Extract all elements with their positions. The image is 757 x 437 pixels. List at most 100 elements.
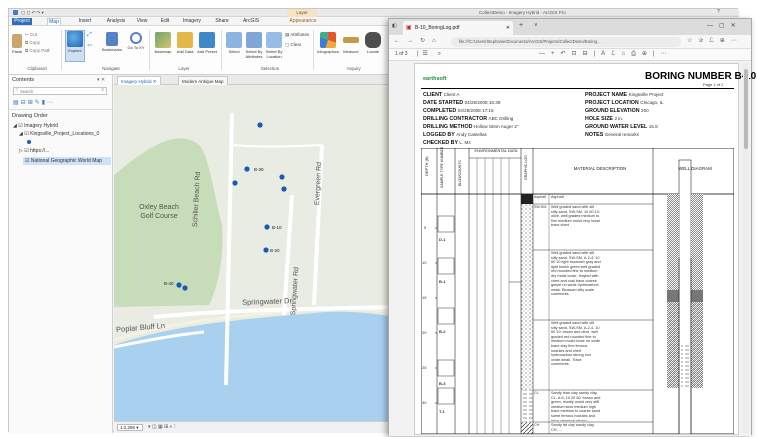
golf-course-label: Oxley Beach Golf Course — [139, 204, 179, 220]
zoom-tools[interactable]: —+↶⊡⊟|Aℒ⌂⎙⊕|⋯ — [539, 50, 672, 58]
ribbon-separator — [149, 30, 150, 70]
cut-button[interactable]: ✂ Cut — [25, 32, 37, 38]
zoom-full-icon[interactable]: ⤢ — [87, 32, 97, 40]
tab-appearance[interactable]: Appearance — [289, 18, 317, 25]
field-drilling-method: DRILLING METHOD Hollow Stem Auger 2" — [423, 124, 519, 130]
nav-buttons[interactable]: ←→↻⌂ — [394, 37, 443, 44]
layer-item-service[interactable]: ▷ ☑ https://... — [19, 148, 49, 154]
material-desc: Sandy lean clay sandy clay, CL, A-6, 10 … — [551, 391, 601, 421]
search-input[interactable] — [20, 88, 98, 94]
layer-item-kingsville[interactable]: ◢ ☑ Kingsville_Project_Locations_0 — [19, 131, 99, 137]
road-label-springwater-dr: Springwater Dr — [241, 296, 293, 307]
tab-map[interactable]: Map — [47, 18, 61, 25]
map-view-tabs: Imagery Hybrid ✕ Modern Antique Map — [114, 75, 394, 85]
add-preset-button[interactable]: Add Preset — [197, 32, 217, 54]
material-desc: Asphalt — [551, 195, 564, 199]
help-icon[interactable]: ? — [717, 9, 720, 15]
go-to-xy-button[interactable]: Go To XY — [127, 32, 145, 50]
url-field[interactable]: file:///C:/Users/Stephanie/Documents/Arc… — [451, 37, 681, 47]
bookmark-icon — [106, 32, 118, 46]
tab-imagery-hybrid[interactable]: Imagery Hybrid ✕ — [117, 76, 161, 85]
contents-title: Contents — [12, 77, 35, 83]
quick-access-icons[interactable]: ▢ ◻ ↶ ↷ ▾ — [21, 10, 44, 16]
prev-extent-icon[interactable]: ⇦ — [87, 42, 97, 50]
screen: ▢ ◻ ↶ ↷ ▾ Layer CollectDemo - Imagery Hy… — [0, 0, 757, 437]
scrollbar-thumb[interactable] — [744, 69, 748, 149]
sample-label: B-2 — [439, 329, 446, 334]
boring-point — [232, 180, 238, 186]
new-tab-icon[interactable]: + — [519, 22, 523, 29]
tab-actions-icon[interactable]: ◧ — [392, 23, 397, 29]
group-inquiry: Inquiry — [347, 66, 361, 71]
tab-arcgis[interactable]: ArcGIS — [241, 18, 261, 25]
infographics-button[interactable]: Infographics — [317, 32, 339, 54]
pane-close-icon[interactable]: ▾ ✕ — [97, 77, 105, 83]
group-clipboard: Clipboard — [27, 66, 47, 71]
select-by-location-button[interactable]: Select By Location — [265, 32, 283, 59]
tab-analysis[interactable]: Analysis — [105, 18, 127, 25]
tab-view[interactable]: View — [135, 18, 149, 25]
bookmarks-button[interactable]: Bookmarks — [100, 32, 124, 52]
unit-code: CL — [534, 391, 539, 395]
group-layer: Layer — [178, 66, 190, 71]
ribbon-separator — [221, 30, 222, 70]
field-project-name: PROJECT NAME Kingsville Project — [585, 92, 664, 98]
window-controls[interactable]: —▢✕ — [707, 22, 742, 29]
title-bar: ▢ ◻ ↶ ↷ ▾ Layer CollectDemo - Imagery Hy… — [9, 9, 739, 17]
material-desc: Well graded sand with silt silty sand, S… — [551, 205, 601, 228]
tab-share[interactable]: Share — [214, 18, 230, 25]
close-tab-icon[interactable]: ✕ — [506, 21, 510, 35]
map-view[interactable]: B-30 B-10 B-20 B-40 Oxley Beach Golf Cou… — [114, 85, 394, 430]
explore-button[interactable]: Explore — [65, 30, 85, 62]
point-label: B-30 — [254, 167, 264, 172]
field-logged-by: LOGGED BY Andy Castellas — [423, 132, 487, 138]
col-env-header: ENVIRONMENTAL DATA — [474, 149, 518, 153]
divider — [9, 109, 113, 110]
contents-search[interactable]: ⊤ ⌕ — [13, 87, 107, 95]
status-icons[interactable]: ▾ ◫ ▦ ⊞ ◐ ⁝ — [148, 424, 176, 430]
layer-item-imagery-hybrid[interactable]: ◢ ☑ Imagery Hybrid — [13, 123, 58, 129]
contents-toolbar-icons[interactable]: ▤⊟⊞✎▮⋯ — [13, 99, 109, 107]
field-completed: COMPLETED 04/28/2008 17:15 — [423, 108, 494, 114]
tab-list-icon[interactable]: ∨ — [534, 22, 538, 28]
col-graphic-header: GRAPHIC LOG — [524, 155, 528, 180]
clear-button[interactable]: ▢ Clear — [285, 42, 301, 48]
unit-code: CH — [534, 423, 540, 427]
log-heading: BORING NUMBER B-10 — [645, 71, 756, 82]
unit-code: SW-SM — [534, 205, 547, 209]
browser-toolbar-icons[interactable]: ☆✰ℒ⊕⋯ — [687, 37, 743, 44]
page-indicator: Page 1 of 2 — [703, 82, 724, 87]
add-data-button[interactable]: Add Data — [175, 32, 195, 54]
select-by-attributes-button[interactable]: Select By Attributes — [245, 32, 263, 59]
tab-insert[interactable]: Insert — [77, 18, 93, 25]
tab-project[interactable]: Project — [12, 18, 32, 25]
col-depth-header: DEPTH (ft) — [424, 156, 429, 176]
field-date-started: DATE STARTED 04/28/2008 16:39 — [423, 100, 501, 106]
pdf-browser-window: ◧ ▣ B-10_BoringLog.pdf ✕ + ∨ —▢✕ ←→↻⌂ fi… — [388, 18, 756, 436]
locate-button[interactable]: Locate — [363, 32, 383, 54]
group-selection: Selection — [260, 66, 280, 71]
copy-path-button[interactable]: ⧉ Copy Path — [25, 48, 50, 53]
contents-search-icons[interactable]: |☰ ⌕ — [417, 50, 445, 58]
layer-item-natgeo[interactable]: ☑ National Geographic World Map — [23, 157, 111, 165]
paste-icon — [12, 34, 22, 48]
tab-edit[interactable]: Edit — [159, 18, 171, 25]
pdf-scrollbar[interactable] — [743, 63, 749, 433]
browser-tab[interactable]: ▣ B-10_BoringLog.pdf ✕ — [403, 21, 513, 35]
field-checked-by: CHECKED BY L. Ms — [423, 140, 471, 146]
select-button[interactable]: Select — [225, 32, 243, 54]
map-canvas — [114, 85, 394, 430]
point-symbol — [27, 140, 31, 144]
table-icon — [246, 32, 262, 48]
paste-button[interactable]: Paste — [11, 34, 23, 54]
copy-button[interactable]: ⧉ Copy — [25, 40, 40, 45]
page-number-box[interactable]: 1 of 3 — [395, 51, 408, 57]
attributes-button[interactable]: ▤ Attributes — [285, 32, 309, 38]
scale-selector[interactable]: 1:2,256 ▾ — [117, 424, 143, 431]
measure-button[interactable]: Measure — [341, 32, 361, 54]
basemap-button[interactable]: Basemap — [153, 32, 173, 54]
ruler-icon — [343, 37, 359, 43]
tab-modern-antique-map[interactable]: Modern Antique Map — [178, 76, 228, 85]
ribbon-separator — [313, 30, 314, 70]
tab-imagery[interactable]: Imagery — [181, 18, 203, 25]
